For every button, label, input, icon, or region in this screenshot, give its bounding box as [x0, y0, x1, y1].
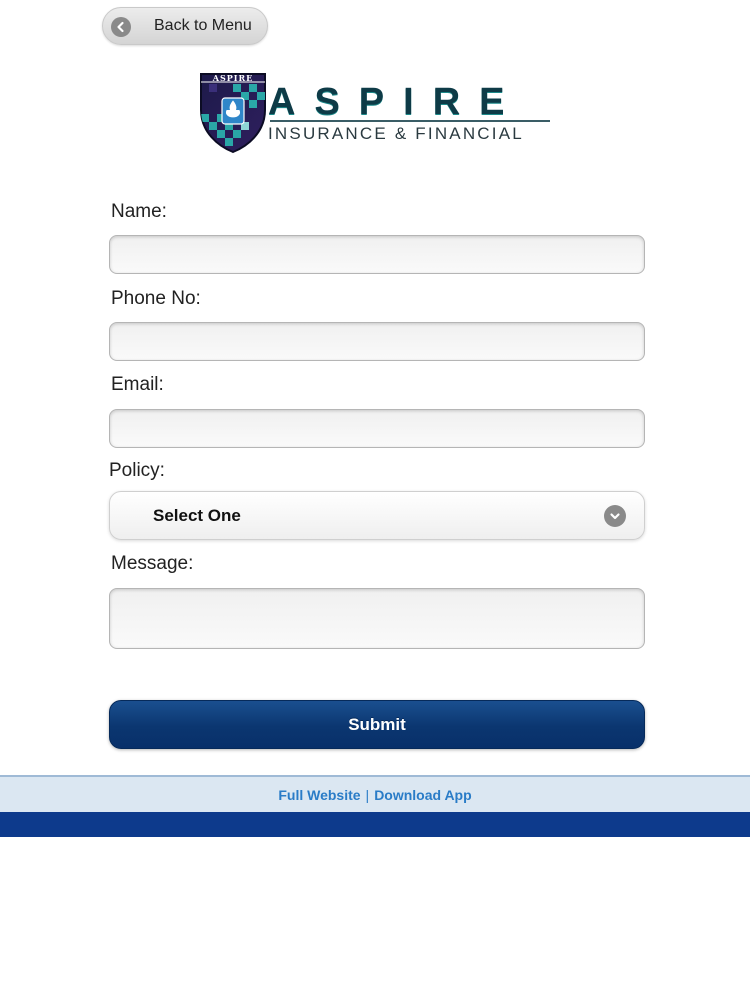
logo-seal-text: ASPIRE — [212, 73, 254, 83]
submit-button[interactable]: Submit — [109, 700, 645, 749]
footer-strip — [0, 812, 750, 837]
back-to-menu-button[interactable]: Back to Menu — [102, 7, 268, 45]
logo-divider — [270, 120, 550, 122]
chevron-down-circle-icon — [604, 505, 626, 527]
back-to-menu-label: Back to Menu — [154, 17, 252, 34]
footer-separator: | — [365, 786, 370, 803]
name-field[interactable] — [109, 235, 645, 274]
phone-field[interactable] — [109, 322, 645, 361]
download-app-link[interactable]: Download App — [374, 787, 471, 803]
policy-label: Policy: — [109, 460, 165, 481]
email-label: Email: — [111, 374, 164, 395]
submit-label: Submit — [348, 714, 406, 734]
phone-label: Phone No: — [111, 288, 201, 309]
message-textarea[interactable] — [109, 588, 645, 649]
policy-selected-value: Select One — [153, 506, 241, 525]
email-field[interactable] — [109, 409, 645, 448]
aspire-logo: ASPIRE ASPIRE INSURANCE & FINANCIAL — [198, 70, 554, 154]
message-label: Message: — [111, 553, 194, 574]
footer-links: Full Website | Download App — [0, 775, 750, 812]
full-website-link[interactable]: Full Website — [278, 787, 360, 803]
arrow-left-circle-icon — [111, 17, 131, 37]
logo-tagline: INSURANCE & FINANCIAL — [268, 124, 524, 143]
policy-select[interactable]: Select One — [109, 491, 645, 540]
name-label: Name: — [111, 201, 167, 222]
logo-wordmark: ASPIRE — [268, 81, 524, 123]
